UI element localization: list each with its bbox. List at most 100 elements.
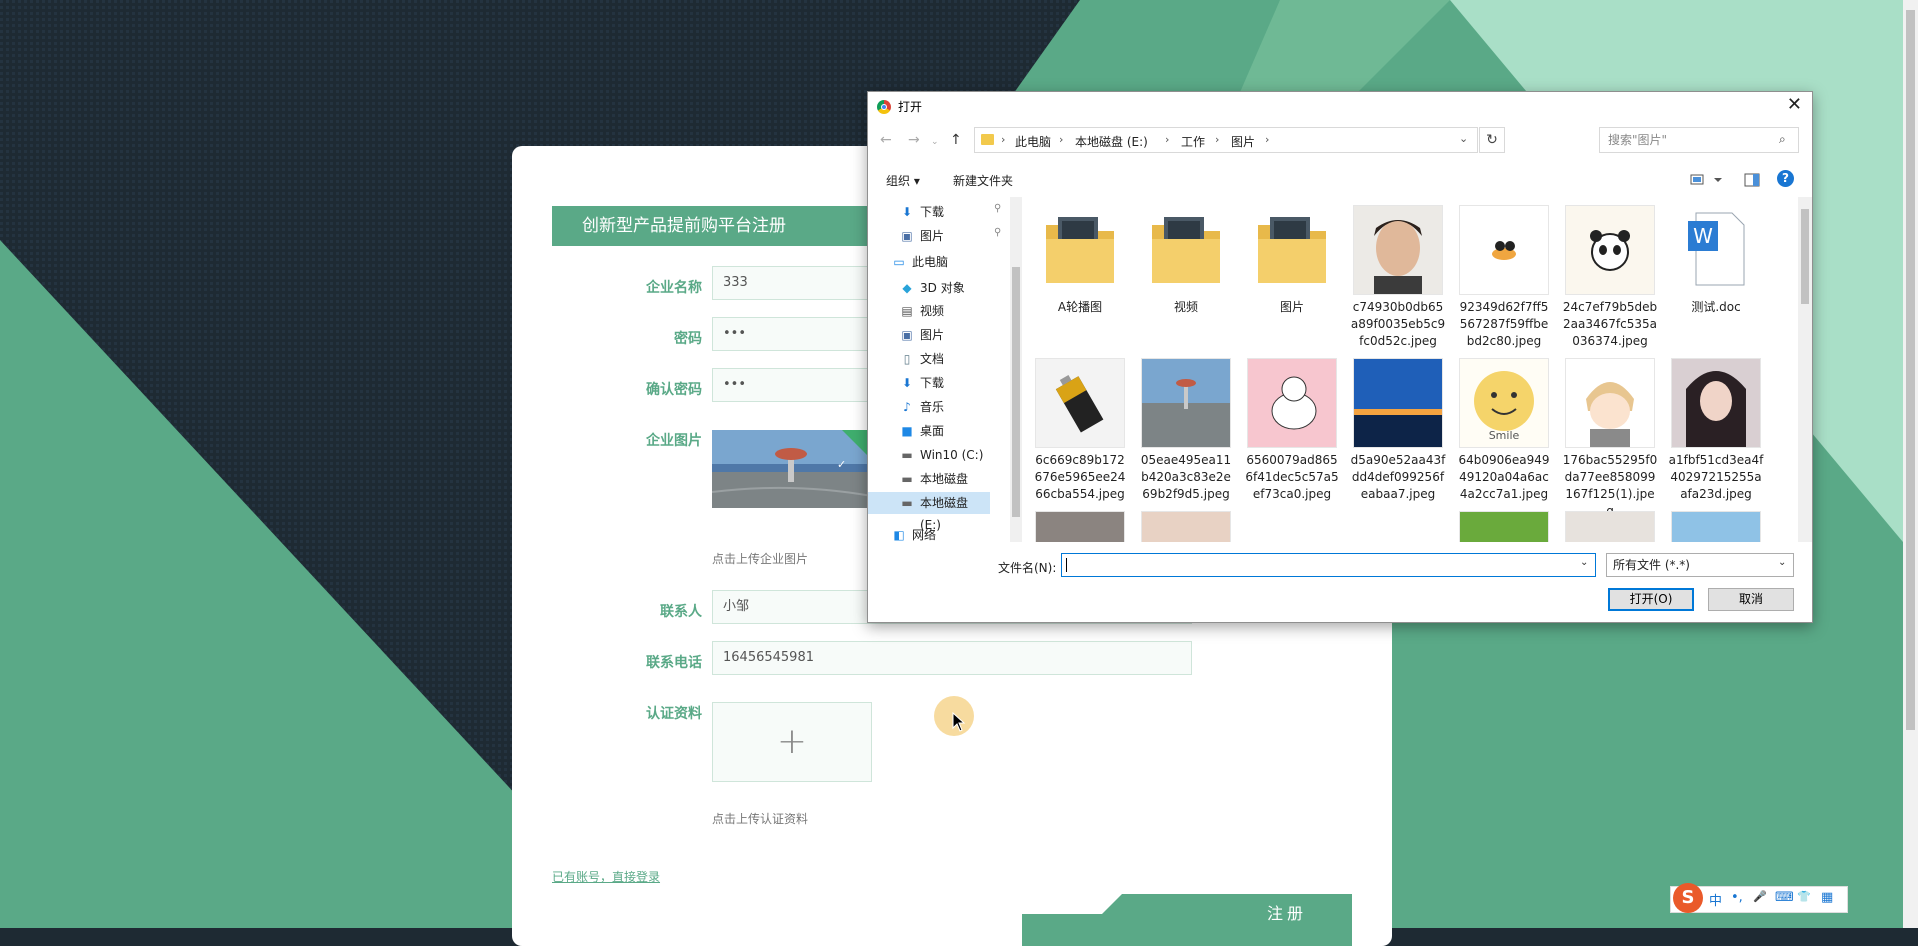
tree-item[interactable]: ⬇ 下载	[868, 372, 990, 394]
help-icon[interactable]: ?	[1777, 170, 1794, 187]
file-name: 64b0906ea94949120a04a6ac4a2cc7a1.jpeg	[1458, 453, 1550, 501]
file-item[interactable]: d5a90e52aa43fdd4def099256feabaa7.jpeg	[1350, 358, 1446, 503]
organize-menu[interactable]: 组织 ▾	[886, 172, 920, 189]
file-scrollbar[interactable]	[1798, 197, 1812, 542]
tree-scrollbar[interactable]	[1010, 197, 1022, 542]
tree-item[interactable]: ◧ 网络	[868, 524, 990, 542]
image-thumbnail[interactable]	[1035, 511, 1125, 542]
file-item[interactable]: 24c7ef79b5deb2aa3467fc535a036374.jpeg	[1562, 205, 1658, 350]
tree-item[interactable]: ▬ Win10 (C:)	[868, 444, 990, 466]
filename-label: 文件名(N):	[998, 561, 1057, 575]
pin-icon[interactable]: ⚲	[994, 203, 1001, 214]
filename-input[interactable]	[1061, 553, 1596, 577]
tree-item[interactable]: ▤ 视频	[868, 300, 990, 322]
recent-chevron-icon[interactable]: ⌄	[931, 137, 939, 147]
chevron-down-icon[interactable]: ⌄	[1459, 132, 1468, 145]
tree-item-label: 此电脑	[912, 255, 949, 269]
tree-item[interactable]: ▬本地磁盘 (D:)	[868, 468, 990, 508]
filetype-select[interactable]: 所有文件 (*.*)	[1606, 553, 1794, 577]
file-name: 图片	[1279, 300, 1304, 314]
company-image-hint[interactable]: 点击上传企业图片	[712, 550, 808, 567]
breadcrumb-drive-e[interactable]: 本地磁盘 (E:)	[1075, 133, 1148, 150]
breadcrumb-pictures[interactable]: 图片	[1231, 133, 1255, 150]
file-item[interactable]: W 测试.doc	[1668, 205, 1764, 316]
image-thumbnail[interactable]	[1459, 511, 1549, 542]
view-options-icon[interactable]	[1690, 173, 1730, 187]
pictures-icon: ▣	[901, 229, 913, 243]
register-button[interactable]: 注册	[1222, 894, 1352, 934]
tree-item[interactable]: ▬ 本地磁盘 (E:)	[868, 492, 990, 532]
tree-item[interactable]: ▯ 文档	[868, 348, 990, 370]
forward-icon[interactable]: →	[908, 132, 920, 148]
tree-item[interactable]: ◆ 3D 对象	[868, 277, 990, 299]
close-icon[interactable]: ✕	[1787, 94, 1802, 115]
tree-item-label: 下载	[920, 376, 945, 390]
image-thumbnail[interactable]	[1141, 511, 1231, 542]
preview-pane-icon[interactable]	[1744, 173, 1760, 187]
file-item[interactable]: a1fbf51cd3ea4f40297215255aafa23d.jpeg	[1668, 358, 1764, 503]
music-icon: ♪	[903, 400, 911, 414]
download-icon: ⬇	[901, 205, 913, 219]
skin-icon[interactable]: 👕	[1797, 890, 1811, 903]
folder-item[interactable]: 视频	[1138, 205, 1234, 316]
certification-hint[interactable]: 点击上传认证资料	[712, 810, 808, 827]
tree-scrollbar-thumb[interactable]	[1012, 267, 1020, 517]
file-name: c74930b0db65a89f0035eb5c9fc0d52c.jpeg	[1350, 300, 1446, 348]
search-input[interactable]: 搜索"图片"	[1599, 127, 1799, 153]
microphone-icon[interactable]: 🎤	[1753, 890, 1767, 903]
chevron-down-icon[interactable]: ⌄	[1580, 557, 1588, 568]
toolbox-icon[interactable]: ▦	[1821, 890, 1833, 905]
new-folder-button[interactable]: 新建文件夹	[953, 172, 1013, 189]
open-button[interactable]: 打开(O)	[1608, 588, 1694, 611]
up-icon[interactable]: ↑	[950, 132, 962, 148]
tree-item-label: 视频	[920, 304, 945, 318]
breadcrumb-this-pc[interactable]: 此电脑	[1015, 133, 1051, 150]
file-name: d5a90e52aa43fdd4def099256feabaa7.jpeg	[1350, 453, 1446, 501]
page-scrollbar-thumb[interactable]	[1906, 10, 1915, 730]
tree-item[interactable]: ▣ 图片	[868, 324, 990, 346]
back-icon[interactable]: ←	[880, 132, 892, 148]
tree-item[interactable]: ▭ 此电脑	[868, 251, 990, 273]
phone-label: 联系电话	[646, 655, 702, 671]
address-bar[interactable]: › 此电脑 › 本地磁盘 (E:) › 工作 › 图片 › ⌄	[974, 127, 1478, 153]
image-thumbnail[interactable]	[1671, 511, 1761, 542]
file-item[interactable]: 176bac55295f0da77ee858099167f125(1).jpeg	[1562, 358, 1658, 520]
contact-label: 联系人	[660, 604, 702, 620]
tree-item[interactable]: ⬇ 下载	[868, 201, 990, 223]
image-thumbnail	[1671, 358, 1761, 448]
chrome-icon	[877, 100, 891, 114]
page-scrollbar[interactable]	[1903, 0, 1918, 928]
pin-icon[interactable]: ⚲	[994, 227, 1001, 238]
ime-punctuation[interactable]: •,	[1731, 890, 1743, 905]
cancel-button[interactable]: 取消	[1708, 588, 1794, 611]
tree-item[interactable]: ■ 桌面	[868, 420, 990, 442]
file-name: A轮播图	[1057, 300, 1103, 314]
drive-icon: ▬	[901, 448, 913, 462]
file-item[interactable]: c74930b0db65a89f0035eb5c9fc0d52c.jpeg	[1350, 205, 1446, 350]
ime-chinese-mode[interactable]: 中	[1709, 890, 1722, 909]
file-item[interactable]: 92349d62f7ff5567287f59ffbebd2c80.jpeg	[1456, 205, 1552, 350]
chevron-down-icon[interactable]: ⌄	[1778, 557, 1786, 568]
phone-input[interactable]: 16456545981	[712, 641, 1192, 675]
keyboard-icon[interactable]: ⌨	[1775, 890, 1794, 905]
login-link[interactable]: 已有账号，直接登录	[552, 868, 660, 885]
file-item[interactable]: 6c669c89b172676e5965ee2466cba554.jpeg	[1032, 358, 1128, 503]
file-item[interactable]: 05eae495ea11b420a3c83e2e69b2f9d5.jpeg	[1138, 358, 1234, 503]
tree-item[interactable]: ♪ 音乐	[868, 396, 990, 418]
file-item[interactable]: Smile 64b0906ea94949120a04a6ac4a2cc7a1.jp…	[1456, 358, 1552, 503]
tree-item[interactable]: ▣ 图片	[868, 225, 990, 247]
company-image-preview[interactable]: ✓	[712, 430, 872, 508]
file-item[interactable]: 6560079ad8656f41dec5c57a5ef73ca0.jpeg	[1244, 358, 1340, 503]
image-thumbnail[interactable]	[1565, 511, 1655, 542]
breadcrumb-work[interactable]: 工作	[1181, 133, 1205, 150]
navigation-tree: ⬇ 下载 ▣ 图片 ▭ 此电脑 ◆ 3D 对象 ▤ 视频 ▣ 图片 ▯ 文档 ⬇ 下载 ♪ 音乐 ■ 桌面 ▬ Win10…	[868, 197, 1008, 542]
folder-item[interactable]: A轮播图	[1032, 205, 1128, 316]
file-scrollbar-thumb[interactable]	[1801, 209, 1809, 304]
folder-item[interactable]: 图片	[1244, 205, 1340, 316]
image-thumbnail	[1565, 358, 1655, 448]
sogou-logo-icon[interactable]: S	[1673, 883, 1703, 913]
image-thumbnail	[1459, 205, 1549, 295]
refresh-icon[interactable]: ↻	[1479, 127, 1505, 153]
certification-upload[interactable]: +	[712, 702, 872, 782]
breadcrumb-separator: ›	[1059, 133, 1064, 146]
